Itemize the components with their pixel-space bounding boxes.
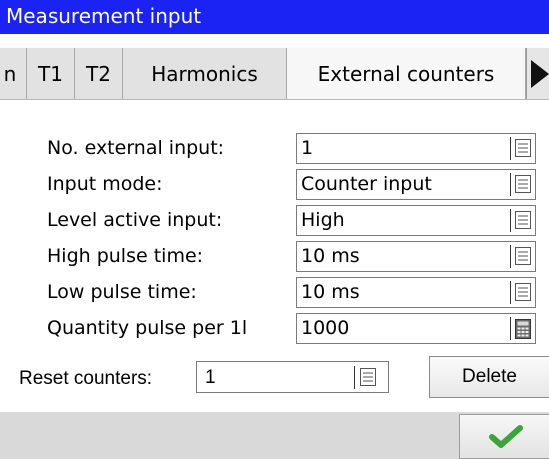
tab-external-counters-label: External counters [317, 62, 495, 86]
tab-t1-label: T1 [38, 62, 63, 86]
tab-strip: n T1 T2 Harmonics External counters [0, 48, 549, 100]
tab-t2[interactable]: T2 [75, 48, 123, 99]
high-pulse-time-list-button[interactable] [510, 245, 532, 268]
input-mode-field[interactable]: Counter input [296, 169, 536, 200]
no-external-input-list-button[interactable] [510, 137, 532, 160]
delete-button[interactable]: Delete [429, 356, 549, 398]
low-pulse-time-label: Low pulse time: [47, 281, 197, 303]
input-mode-value: Counter input [301, 173, 432, 195]
ok-button[interactable] [459, 414, 549, 459]
level-active-input-label: Level active input: [47, 209, 223, 231]
list-icon [360, 368, 376, 386]
no-external-input-field[interactable]: 1 [296, 133, 536, 164]
tab-external-counters[interactable]: External counters [287, 48, 526, 99]
list-icon [515, 247, 531, 265]
list-icon [515, 175, 531, 193]
reset-counters-label: Reset counters: [19, 368, 153, 389]
reset-counters-field[interactable]: 1 [196, 361, 389, 393]
calculator-icon [515, 319, 531, 339]
low-pulse-time-field[interactable]: 10 ms [296, 277, 536, 308]
quantity-pulse-label: Quantity pulse per 1l [47, 317, 248, 339]
high-pulse-time-value: 10 ms [301, 245, 360, 267]
quantity-pulse-calculator-button[interactable] [510, 317, 532, 340]
tab-partial[interactable]: n [0, 48, 27, 99]
tab-t1[interactable]: T1 [27, 48, 75, 99]
tab-partial-label: n [3, 62, 17, 86]
list-icon [515, 211, 531, 229]
input-mode-list-button[interactable] [510, 173, 532, 196]
title-bar: Measurement input [0, 0, 549, 34]
high-pulse-time-field[interactable]: 10 ms [296, 241, 536, 272]
tab-harmonics[interactable]: Harmonics [123, 48, 287, 99]
checkmark-icon [489, 425, 523, 448]
arrow-right-icon [531, 60, 549, 88]
level-active-input-list-button[interactable] [510, 209, 532, 232]
no-external-input-value: 1 [301, 137, 314, 159]
quantity-pulse-field[interactable]: 1000 [296, 313, 536, 344]
level-active-input-value: High [301, 209, 345, 231]
list-icon [515, 139, 531, 157]
quantity-pulse-value: 1000 [301, 317, 350, 339]
input-mode-label: Input mode: [47, 173, 163, 195]
tab-scroll-right-button[interactable] [526, 48, 549, 99]
low-pulse-time-list-button[interactable] [510, 281, 532, 304]
no-external-input-label: No. external input: [47, 137, 225, 159]
tab-harmonics-label: Harmonics [151, 62, 258, 86]
window-title: Measurement input [6, 4, 202, 28]
reset-counters-list-button[interactable] [354, 366, 378, 389]
list-icon [515, 283, 531, 301]
high-pulse-time-label: High pulse time: [47, 245, 204, 267]
level-active-input-field[interactable]: High [296, 205, 536, 236]
tab-t2-label: T2 [86, 62, 111, 86]
reset-counters-value: 1 [205, 367, 216, 388]
low-pulse-time-value: 10 ms [301, 281, 360, 303]
